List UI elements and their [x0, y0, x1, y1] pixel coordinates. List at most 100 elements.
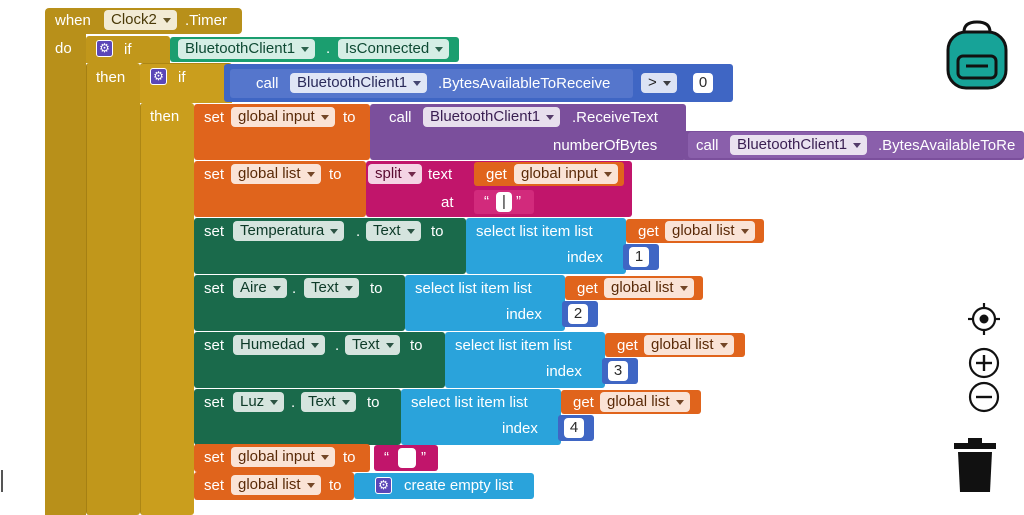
to-label: to	[343, 449, 356, 466]
set-label: set	[204, 109, 225, 126]
at-label: at	[441, 194, 454, 211]
bluetooth-component-dropdown[interactable]: BluetoothClient1	[178, 39, 316, 59]
index-number-input[interactable]: 2	[568, 304, 588, 324]
quote-open: “	[384, 449, 389, 466]
property-dot: .	[335, 337, 340, 354]
if-inner-label: if	[178, 69, 186, 86]
quote-open: “	[484, 193, 489, 210]
component-dropdown[interactable]: Humedad	[233, 335, 326, 355]
receive-method-label: .ReceiveText	[572, 109, 658, 126]
select-list-item-label: select list item list	[411, 394, 528, 411]
index-number-input[interactable]: 4	[564, 418, 584, 438]
if-outer-label: if	[124, 41, 132, 58]
get-label: get	[577, 280, 598, 297]
set-label: set	[204, 280, 225, 297]
index-label: index	[546, 363, 582, 380]
bytes-arg-component-dropdown[interactable]: BluetoothClient1	[730, 135, 868, 155]
receive-component-dropdown[interactable]: BluetoothClient1	[423, 107, 561, 127]
do-label: do	[55, 40, 72, 57]
get-variable-dropdown[interactable]: global list	[665, 221, 755, 241]
set-variable-dropdown[interactable]: global list	[231, 164, 321, 184]
if-inner-gear-icon[interactable]: ⚙	[150, 68, 167, 85]
component-dropdown[interactable]: Aire	[233, 278, 287, 298]
to-label: to	[367, 394, 380, 411]
zoom-in-icon[interactable]	[967, 346, 1001, 380]
then-outer-label: then	[96, 69, 126, 86]
bytes-arg-method-label: .BytesAvailableToRe	[878, 137, 1016, 154]
index-number-input[interactable]: 3	[608, 361, 628, 381]
select-list-item-label: select list item list	[455, 337, 572, 354]
set-variable-dropdown[interactable]: global list	[231, 475, 321, 495]
call-label: call	[256, 75, 279, 92]
to-label: to	[343, 109, 356, 126]
property-dot: .	[291, 394, 296, 411]
empty-text-input[interactable]	[398, 448, 416, 468]
select-list-item-label: select list item list	[476, 223, 593, 240]
index-number-input[interactable]: 1	[629, 247, 649, 267]
create-empty-list-label: create empty list	[404, 477, 514, 494]
is-connected-property-dropdown[interactable]: IsConnected	[338, 39, 450, 59]
if-outer-body-bar	[86, 63, 140, 515]
to-label: to	[370, 280, 383, 297]
set-label: set	[204, 166, 225, 183]
to-label: to	[329, 477, 342, 494]
set-variable-dropdown[interactable]: global input	[231, 107, 335, 127]
call-label: call	[696, 137, 719, 154]
component-dropdown[interactable]: Luz	[233, 392, 285, 412]
set-label: set	[204, 449, 225, 466]
get-label: get	[573, 394, 594, 411]
if-outer-gear-icon[interactable]: ⚙	[96, 40, 113, 57]
set-label: set	[204, 223, 225, 240]
compare-operator-dropdown[interactable]: >	[641, 73, 677, 93]
target-icon[interactable]	[967, 302, 1001, 336]
if-inner-body-bar	[140, 103, 194, 515]
number-of-bytes-param-label: numberOfBytes	[553, 137, 658, 154]
set-label: set	[204, 337, 225, 354]
zoom-out-icon[interactable]	[967, 380, 1001, 414]
index-label: index	[506, 306, 542, 323]
get-variable-dropdown[interactable]: global input	[514, 164, 618, 184]
list-gear-icon[interactable]: ⚙	[375, 477, 392, 494]
set-label: set	[204, 394, 225, 411]
when-body-bar	[45, 30, 86, 515]
to-label: to	[431, 223, 444, 240]
get-variable-dropdown[interactable]: global list	[600, 392, 690, 412]
property-dot: .	[292, 280, 297, 297]
quote-close: ”	[516, 193, 521, 210]
trash-icon[interactable]	[952, 436, 998, 494]
get-variable-dropdown[interactable]: global list	[644, 335, 734, 355]
select-list-item-label: select list item list	[415, 280, 532, 297]
property-dropdown[interactable]: Text	[366, 221, 421, 241]
bytes-component-dropdown[interactable]: BluetoothClient1	[290, 73, 428, 93]
separator-text-input[interactable]: |	[496, 192, 512, 212]
property-dot: .	[356, 223, 361, 240]
index-label: index	[567, 249, 603, 266]
backpack-icon[interactable]	[942, 18, 1012, 90]
bytes-method-label: .BytesAvailableToReceive	[438, 75, 611, 92]
get-variable-dropdown[interactable]: global list	[604, 278, 694, 298]
then-inner-label: then	[150, 108, 180, 125]
when-label: when	[55, 12, 91, 29]
set-label: set	[204, 477, 225, 494]
timer-component-dropdown[interactable]: Clock2	[104, 10, 177, 30]
timer-event-label: .Timer	[185, 12, 227, 29]
workspace-edge-marker	[1, 470, 3, 492]
property-dot: .	[326, 40, 331, 57]
get-label: get	[638, 223, 659, 240]
quote-close: ”	[421, 449, 426, 466]
text-label: text	[428, 166, 453, 183]
get-label: get	[486, 166, 507, 183]
split-mode-dropdown[interactable]: split	[368, 164, 422, 184]
property-dropdown[interactable]: Text	[301, 392, 356, 412]
compare-value-input[interactable]: 0	[693, 73, 713, 93]
set-variable-dropdown[interactable]: global input	[231, 447, 335, 467]
call-label: call	[389, 109, 412, 126]
to-label: to	[410, 337, 423, 354]
get-label: get	[617, 337, 638, 354]
property-dropdown[interactable]: Text	[345, 335, 400, 355]
component-dropdown[interactable]: Temperatura	[233, 221, 345, 241]
to-label: to	[329, 166, 342, 183]
index-label: index	[502, 420, 538, 437]
blocks-workspace[interactable]: when Clock2 .Timer do ⚙ if then Bluetoot…	[0, 0, 1024, 515]
property-dropdown[interactable]: Text	[304, 278, 359, 298]
